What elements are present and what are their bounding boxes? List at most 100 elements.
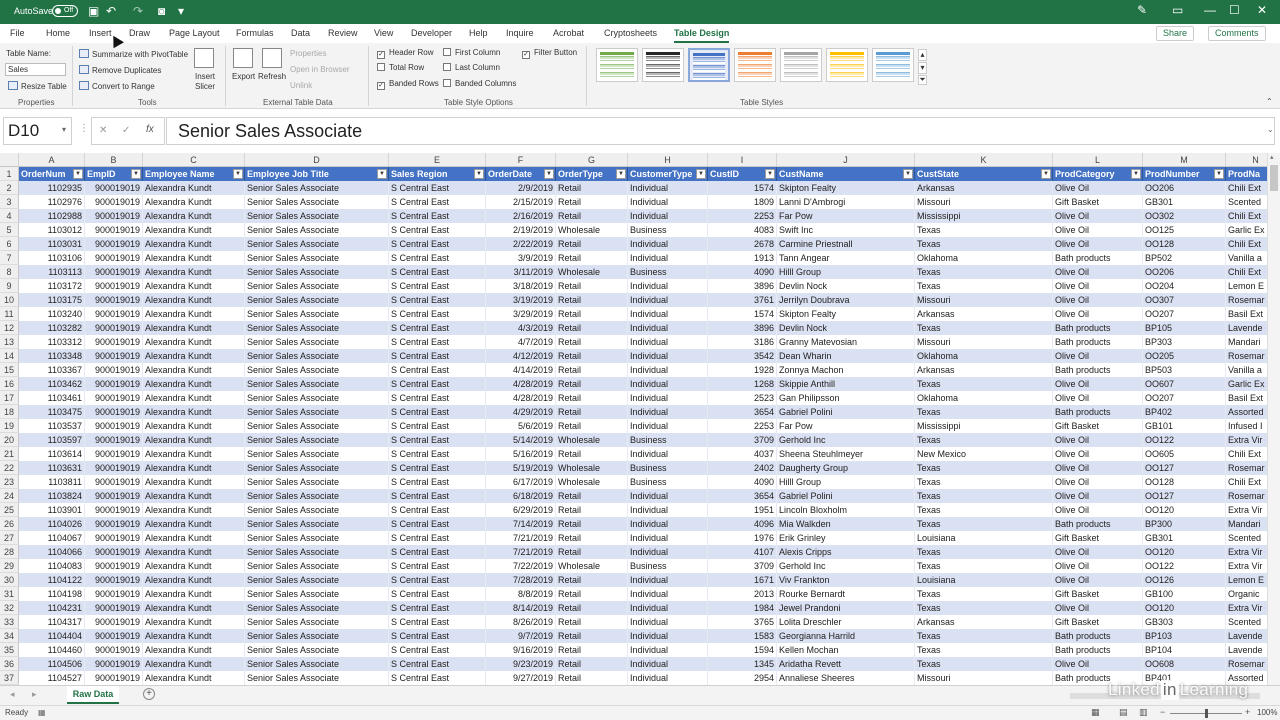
- table-cell[interactable]: 3896: [708, 279, 777, 293]
- row-number[interactable]: 31: [0, 587, 19, 601]
- table-cell[interactable]: Business: [628, 265, 708, 279]
- row-number[interactable]: 14: [0, 349, 19, 363]
- table-cell[interactable]: Georgianna Harrild: [777, 629, 915, 643]
- scroll-up-icon[interactable]: ▴: [1270, 153, 1274, 161]
- table-cell[interactable]: Individual: [628, 279, 708, 293]
- table-cell[interactable]: Individual: [628, 181, 708, 195]
- table-cell[interactable]: Individual: [628, 363, 708, 377]
- table-cell[interactable]: 1913: [708, 251, 777, 265]
- table-cell[interactable]: 1103240: [19, 307, 85, 321]
- table-cell[interactable]: Basil Ext: [1226, 391, 1267, 405]
- table-cell[interactable]: Senior Sales Associate: [245, 209, 389, 223]
- tab-inquire[interactable]: Inquire: [506, 28, 534, 38]
- row-number[interactable]: 2: [0, 181, 19, 195]
- last-column-checkbox[interactable]: [443, 63, 451, 71]
- table-cell[interactable]: 3654: [708, 405, 777, 419]
- tab-acrobat[interactable]: Acrobat: [553, 28, 584, 38]
- table-cell[interactable]: Alexandra Kundt: [143, 223, 245, 237]
- table-cell[interactable]: 900019019: [85, 377, 143, 391]
- table-cell[interactable]: Texas: [915, 587, 1053, 601]
- table-cell[interactable]: Retail: [556, 293, 628, 307]
- table-cell[interactable]: Texas: [915, 657, 1053, 671]
- table-cell[interactable]: Senior Sales Associate: [245, 237, 389, 251]
- table-cell[interactable]: Mississippi: [915, 419, 1053, 433]
- convert-to-range-button[interactable]: Convert to Range: [79, 81, 155, 91]
- row-number[interactable]: 19: [0, 419, 19, 433]
- table-cell[interactable]: Alexandra Kundt: [143, 615, 245, 629]
- table-cell[interactable]: Olive Oil: [1053, 223, 1143, 237]
- table-cell[interactable]: 900019019: [85, 601, 143, 615]
- table-cell[interactable]: Individual: [628, 545, 708, 559]
- table-cell[interactable]: 1103811: [19, 475, 85, 489]
- table-cell[interactable]: Oklahoma: [915, 349, 1053, 363]
- save-icon[interactable]: ▣: [88, 4, 99, 18]
- tab-table-design[interactable]: Table Design: [674, 28, 730, 43]
- table-cell[interactable]: S Central East: [389, 391, 486, 405]
- column-letter-F[interactable]: F: [486, 153, 556, 167]
- table-cell[interactable]: 1104026: [19, 517, 85, 531]
- table-cell[interactable]: 3/19/2019: [486, 293, 556, 307]
- table-cell[interactable]: Bath products: [1053, 335, 1143, 349]
- table-cell[interactable]: Texas: [915, 643, 1053, 657]
- table-cell[interactable]: Senior Sales Associate: [245, 531, 389, 545]
- table-cell[interactable]: Bath products: [1053, 251, 1143, 265]
- table-cell[interactable]: Alexandra Kundt: [143, 601, 245, 615]
- table-cell[interactable]: 1594: [708, 643, 777, 657]
- table-cell[interactable]: Retail: [556, 489, 628, 503]
- export-icon[interactable]: [233, 48, 253, 68]
- table-cell[interactable]: 900019019: [85, 391, 143, 405]
- row-number[interactable]: 1: [0, 167, 19, 181]
- table-cell[interactable]: S Central East: [389, 447, 486, 461]
- table-cell[interactable]: Gift Basket: [1053, 615, 1143, 629]
- table-cell[interactable]: S Central East: [389, 209, 486, 223]
- table-cell[interactable]: 1102935: [19, 181, 85, 195]
- table-cell[interactable]: S Central East: [389, 377, 486, 391]
- table-cell[interactable]: Olive Oil: [1053, 293, 1143, 307]
- table-cell[interactable]: 1574: [708, 307, 777, 321]
- gallery-up-icon[interactable]: ▴: [918, 49, 927, 61]
- table-cell[interactable]: 3186: [708, 335, 777, 349]
- banded-rows-option[interactable]: ✓ Banded Rows: [377, 79, 439, 90]
- table-cell[interactable]: Senior Sales Associate: [245, 517, 389, 531]
- table-cell[interactable]: Missouri: [915, 671, 1053, 685]
- worksheet-grid[interactable]: ABCDEFGHIJKLMN 1 OrderNum ▼ EmpID ▼ Employee …: [0, 153, 1267, 685]
- table-cell[interactable]: 900019019: [85, 475, 143, 489]
- table-cell[interactable]: OO126: [1143, 573, 1226, 587]
- table-cell[interactable]: S Central East: [389, 433, 486, 447]
- table-cell[interactable]: 900019019: [85, 195, 143, 209]
- table-cell[interactable]: S Central East: [389, 559, 486, 573]
- table-cell[interactable]: 7/14/2019: [486, 517, 556, 531]
- tab-review[interactable]: Review: [328, 28, 358, 38]
- table-cell[interactable]: Senior Sales Associate: [245, 503, 389, 517]
- table-cell[interactable]: Gift Basket: [1053, 195, 1143, 209]
- table-cell[interactable]: Oklahoma: [915, 251, 1053, 265]
- table-cell[interactable]: 1103175: [19, 293, 85, 307]
- table-cell[interactable]: 900019019: [85, 279, 143, 293]
- table-cell[interactable]: Senior Sales Associate: [245, 391, 389, 405]
- sheet-tab-raw-data[interactable]: Raw Data: [67, 686, 119, 704]
- table-cell[interactable]: 1951: [708, 503, 777, 517]
- table-cell[interactable]: Skipton Fealty: [777, 307, 915, 321]
- table-cell[interactable]: Alexandra Kundt: [143, 531, 245, 545]
- table-cell[interactable]: 1103597: [19, 433, 85, 447]
- table-cell[interactable]: Olive Oil: [1053, 475, 1143, 489]
- export-button[interactable]: Export: [232, 72, 255, 81]
- table-cell[interactable]: Individual: [628, 391, 708, 405]
- table-cell[interactable]: Chili Ext: [1226, 181, 1267, 195]
- table-cell[interactable]: 7/21/2019: [486, 531, 556, 545]
- table-cell[interactable]: 900019019: [85, 307, 143, 321]
- table-cell[interactable]: Erik Grinley: [777, 531, 915, 545]
- table-cell[interactable]: BP105: [1143, 321, 1226, 335]
- table-cell[interactable]: Alexandra Kundt: [143, 419, 245, 433]
- filter-dropdown-icon[interactable]: ▼: [1041, 169, 1051, 179]
- table-cell[interactable]: 4107: [708, 545, 777, 559]
- gallery-down-icon[interactable]: ▾: [918, 62, 927, 74]
- table-cell[interactable]: 1103461: [19, 391, 85, 405]
- table-cell[interactable]: S Central East: [389, 503, 486, 517]
- table-cell[interactable]: OO120: [1143, 503, 1226, 517]
- first-column-checkbox[interactable]: [443, 48, 451, 56]
- row-number[interactable]: 6: [0, 237, 19, 251]
- table-cell[interactable]: 900019019: [85, 265, 143, 279]
- table-cell[interactable]: 3/18/2019: [486, 279, 556, 293]
- table-cell[interactable]: 1104404: [19, 629, 85, 643]
